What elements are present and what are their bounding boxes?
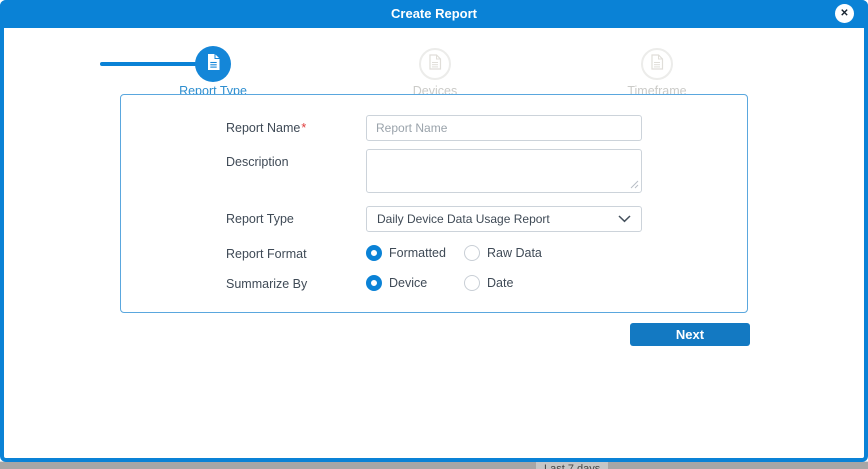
- document-icon: [428, 54, 442, 75]
- report-name-row: Report Name*: [226, 115, 747, 141]
- screen: Last 7 days Create Report ✕: [0, 0, 868, 469]
- close-icon: ✕: [840, 8, 848, 19]
- step-devices[interactable]: [419, 48, 451, 80]
- create-report-modal: Create Report ✕ Report Type: [0, 0, 868, 462]
- report-type-form-panel: Report Name* Description: [120, 94, 748, 313]
- summarize-by-radio-group: Device Date: [366, 275, 513, 291]
- radio-selected-icon[interactable]: [366, 275, 382, 291]
- step-report-type[interactable]: [195, 46, 231, 82]
- radio-unselected-icon[interactable]: [464, 245, 480, 261]
- report-name-input[interactable]: [366, 115, 642, 141]
- report-format-row: Report Format Formatted Raw Data: [226, 242, 747, 264]
- chevron-down-icon: [618, 212, 631, 226]
- modal-title: Create Report: [0, 0, 868, 28]
- radio-option-device[interactable]: Device: [366, 275, 464, 291]
- radio-option-date[interactable]: Date: [464, 275, 513, 291]
- next-button[interactable]: Next: [630, 323, 750, 346]
- report-type-label: Report Type: [226, 206, 366, 232]
- description-row: Description: [226, 149, 747, 198]
- description-label: Description: [226, 149, 366, 198]
- step-timeframe[interactable]: [641, 48, 673, 80]
- close-button[interactable]: ✕: [835, 4, 854, 23]
- summarize-by-label: Summarize By: [226, 275, 366, 291]
- report-format-radio-group: Formatted Raw Data: [366, 245, 542, 261]
- document-icon: [650, 54, 664, 75]
- radio-option-formatted[interactable]: Formatted: [366, 245, 464, 261]
- report-type-select[interactable]: Daily Device Data Usage Report: [366, 206, 642, 232]
- radio-selected-icon[interactable]: [366, 245, 382, 261]
- report-type-selected-value: Daily Device Data Usage Report: [377, 212, 550, 226]
- required-asterisk: *: [301, 121, 306, 135]
- report-name-label: Report Name*: [226, 115, 366, 141]
- modal-header: Create Report ✕: [0, 0, 868, 28]
- document-icon: [206, 53, 221, 76]
- report-format-label: Report Format: [226, 245, 366, 261]
- description-textarea[interactable]: [366, 149, 642, 193]
- background-timeframe-text: Last 7 days: [536, 462, 608, 469]
- radio-option-raw-data[interactable]: Raw Data: [464, 245, 542, 261]
- stepper-progress-line: [100, 62, 202, 66]
- report-type-row: Report Type Daily Device Data Usage Repo…: [226, 206, 747, 232]
- summarize-by-row: Summarize By Device Date: [226, 272, 747, 294]
- radio-unselected-icon[interactable]: [464, 275, 480, 291]
- background-page-strip: Last 7 days: [0, 461, 868, 469]
